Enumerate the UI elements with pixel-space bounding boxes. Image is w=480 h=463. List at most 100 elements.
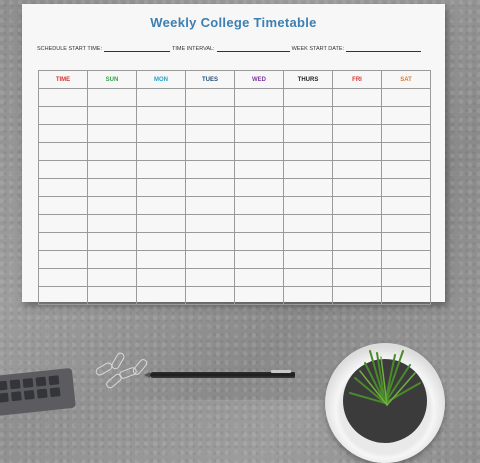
timetable-cell bbox=[283, 232, 333, 251]
timetable-cell bbox=[234, 196, 284, 215]
timetable-cell bbox=[283, 124, 333, 143]
table-row bbox=[38, 196, 431, 215]
timetable-cell bbox=[381, 178, 431, 197]
timetable-cell bbox=[332, 268, 382, 287]
timetable-cell bbox=[234, 178, 284, 197]
timetable-cell bbox=[185, 232, 235, 251]
timetable-cell bbox=[136, 124, 186, 143]
timetable-cell bbox=[283, 160, 333, 179]
timetable-cell bbox=[185, 178, 235, 197]
time-interval-label: TIME INTERVAL: bbox=[172, 46, 215, 52]
timetable-cell bbox=[136, 142, 186, 161]
timetable-cell bbox=[136, 268, 186, 287]
timetable-cell bbox=[136, 88, 186, 107]
timetable-cell bbox=[185, 268, 235, 287]
timetable-cell bbox=[136, 106, 186, 125]
schedule-start-field: SCHEDULE START TIME: bbox=[37, 46, 170, 52]
timetable-cell bbox=[136, 214, 186, 233]
timetable-cell bbox=[136, 160, 186, 179]
timetable-cell bbox=[185, 106, 235, 125]
timetable-cell bbox=[87, 268, 137, 287]
keyboard-icon bbox=[0, 367, 76, 417]
timetable-cell bbox=[234, 124, 284, 143]
table-row bbox=[38, 214, 431, 233]
col-header-sat: SAT bbox=[381, 70, 431, 89]
timetable-cell bbox=[38, 160, 88, 179]
timetable-cell bbox=[381, 250, 431, 269]
table-row bbox=[38, 250, 431, 269]
table-row bbox=[38, 160, 431, 179]
timetable-cell bbox=[136, 250, 186, 269]
timetable-cell bbox=[381, 142, 431, 161]
timetable-cell bbox=[283, 268, 333, 287]
timetable-cell bbox=[234, 160, 284, 179]
timetable-cell bbox=[234, 286, 284, 305]
timetable-cell bbox=[283, 196, 333, 215]
timetable-cell bbox=[234, 268, 284, 287]
timetable-cell bbox=[283, 286, 333, 305]
timetable-cell bbox=[234, 142, 284, 161]
week-start-label: WEEK START DATE: bbox=[291, 46, 345, 52]
table-row bbox=[38, 178, 431, 197]
timetable-cell bbox=[38, 88, 88, 107]
timetable-cell bbox=[283, 106, 333, 125]
timetable-sheet: Weekly College Timetable SCHEDULE START … bbox=[22, 4, 445, 305]
col-header-tues: TUES bbox=[185, 70, 235, 89]
timetable-cell bbox=[283, 250, 333, 269]
timetable-cell bbox=[87, 88, 137, 107]
timetable-cell bbox=[332, 142, 382, 161]
table-row bbox=[38, 88, 431, 107]
header-row: TIME SUN MON TUES WED THURS FRI SAT bbox=[38, 70, 431, 89]
timetable-cell bbox=[87, 106, 137, 125]
timetable-cell bbox=[38, 286, 88, 305]
timetable-cell bbox=[38, 214, 88, 233]
col-header-time: TIME bbox=[38, 70, 88, 89]
timetable-cell bbox=[136, 232, 186, 251]
timetable-cell bbox=[38, 250, 88, 269]
timetable-cell bbox=[136, 178, 186, 197]
timetable-cell bbox=[38, 196, 88, 215]
table-row bbox=[38, 124, 431, 143]
timetable-title: Weekly College Timetable bbox=[150, 15, 317, 30]
timetable-cell bbox=[185, 286, 235, 305]
header-fields: SCHEDULE START TIME: TIME INTERVAL: WEEK… bbox=[37, 46, 433, 52]
timetable-cell bbox=[381, 106, 431, 125]
timetable-cell bbox=[283, 88, 333, 107]
timetable-cell bbox=[283, 214, 333, 233]
table-row bbox=[38, 232, 431, 251]
timetable-cell bbox=[185, 124, 235, 143]
timetable-cell bbox=[185, 160, 235, 179]
timetable-cell bbox=[38, 178, 88, 197]
timetable-cell bbox=[234, 106, 284, 125]
timetable-cell bbox=[332, 88, 382, 107]
week-start-blank bbox=[346, 46, 422, 52]
table-row bbox=[38, 142, 431, 161]
timetable-cell bbox=[87, 142, 137, 161]
table-row bbox=[38, 268, 431, 287]
timetable-cell bbox=[381, 232, 431, 251]
timetable-cell bbox=[87, 214, 137, 233]
col-header-thurs: THURS bbox=[283, 70, 333, 89]
timetable-cell bbox=[332, 214, 382, 233]
timetable-cell bbox=[185, 214, 235, 233]
timetable-cell bbox=[38, 106, 88, 125]
time-interval-blank bbox=[216, 46, 290, 52]
timetable-cell bbox=[234, 88, 284, 107]
timetable-cell bbox=[381, 124, 431, 143]
timetable-cell bbox=[87, 178, 137, 197]
timetable-cell bbox=[38, 268, 88, 287]
time-interval-field: TIME INTERVAL: bbox=[172, 46, 290, 52]
timetable-cell bbox=[136, 286, 186, 305]
timetable-cell bbox=[283, 178, 333, 197]
timetable-cell bbox=[87, 124, 137, 143]
timetable-cell bbox=[234, 232, 284, 251]
schedule-start-blank bbox=[104, 46, 170, 52]
timetable-cell bbox=[136, 196, 186, 215]
timetable-cell bbox=[283, 142, 333, 161]
schedule-start-label: SCHEDULE START TIME: bbox=[37, 46, 102, 52]
timetable-cell bbox=[87, 286, 137, 305]
table-row bbox=[38, 106, 431, 125]
timetable-cell bbox=[234, 214, 284, 233]
pen-icon bbox=[144, 370, 295, 378]
timetable-cell bbox=[381, 268, 431, 287]
